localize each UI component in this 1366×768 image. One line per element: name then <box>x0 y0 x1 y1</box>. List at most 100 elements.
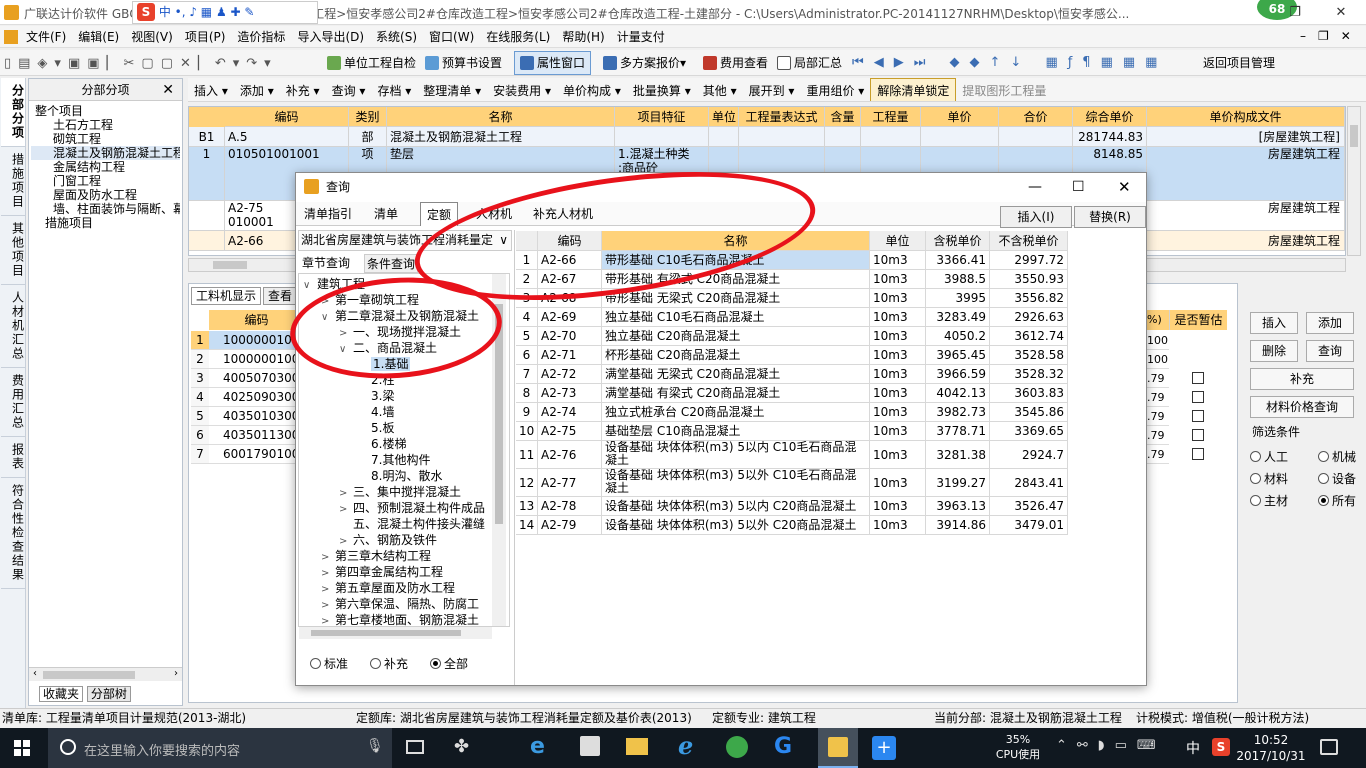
filter-option[interactable]: 材料 <box>1250 470 1288 487</box>
restore-icon[interactable]: ❐ <box>1272 0 1318 25</box>
chapter-tree-vscroll[interactable] <box>492 274 506 626</box>
resource-tab[interactable]: 查看 <box>263 287 298 305</box>
dialog-tab[interactable]: 定额 <box>420 202 458 226</box>
filter-option[interactable]: 所有 <box>1318 492 1356 509</box>
close-icon[interactable]: ✕ <box>1118 173 1131 201</box>
estimate-checkbox[interactable] <box>1192 410 1204 422</box>
grid-vscrollbar[interactable] <box>1347 106 1361 256</box>
chapter-tree-item[interactable]: 7.其他构件 <box>299 452 493 468</box>
quota-row[interactable]: 5 A2-70 独立基础 C20商品混凝土 10m3 4050.2 3612.74 <box>516 327 1068 346</box>
grid-toolbar-item[interactable]: 插入 ▾ <box>188 79 234 101</box>
quota-row[interactable]: 13 A2-78 设备基础 块体体积(m3) 5以内 C20商品混凝土 10m3 396… <box>516 497 1068 516</box>
store-icon[interactable] <box>580 736 600 756</box>
resource-code[interactable]: 40350103000 <box>209 407 305 426</box>
resource-code[interactable]: 10000001002 <box>209 350 305 369</box>
chapter-tree-item[interactable]: 五、混凝土构件接头灌缝 <box>299 516 493 532</box>
chevron-down-icon[interactable]: ∨ <box>303 278 317 292</box>
windows-start-icon[interactable] <box>14 740 30 756</box>
estimate-checkbox[interactable] <box>1192 448 1204 460</box>
property-window-button[interactable]: 属性窗口 <box>514 51 592 75</box>
resource-code[interactable]: 40350113000 <box>209 426 305 445</box>
tree-item[interactable]: 混凝土及钢筋混凝土工程 <box>31 146 180 160</box>
quota-header-cell[interactable]: 含税单价 <box>926 231 990 251</box>
notification-icon[interactable] <box>1320 739 1338 755</box>
maximize-icon[interactable]: ☐ <box>1072 173 1085 201</box>
close-icon[interactable]: ✕ <box>1318 0 1364 25</box>
menu-item[interactable]: 窗口(W) <box>423 26 480 48</box>
grid-toolbar-item[interactable]: 批量换算 ▾ <box>627 79 697 101</box>
scope-option[interactable]: 补充 <box>370 657 408 671</box>
grid-header-cell[interactable]: 含量 <box>825 107 861 127</box>
chapter-tree-item[interactable]: > 一、现场搅拌混凝土 <box>299 324 493 340</box>
grid-cell[interactable] <box>709 127 739 147</box>
chevron-down-icon[interactable]: ∨ <box>339 342 353 356</box>
chapter-tree-item[interactable]: > 三、集中搅拌混凝土 <box>299 484 493 500</box>
tab-section-tree[interactable]: 分部树 <box>86 686 131 702</box>
query-button[interactable]: 查询 <box>1306 340 1354 362</box>
grid-cell[interactable] <box>999 127 1073 147</box>
grid-toolbar-item[interactable]: 提取图形工程量 <box>956 79 1052 101</box>
return-project-button[interactable]: 返回项目管理 <box>1198 50 1280 76</box>
budget-settings-button[interactable]: 预算书设置 <box>420 50 507 76</box>
plus-app-icon[interactable]: + <box>872 736 896 760</box>
grid-toolbar-item[interactable]: 存档 ▾ <box>371 79 417 101</box>
dialog-tab[interactable]: 清单指引 <box>300 202 356 226</box>
menu-item[interactable]: 在线服务(L) <box>480 26 556 48</box>
chapter-tree-item[interactable]: 8.明沟、散水 <box>299 468 493 484</box>
chevron-right-icon[interactable]: > <box>339 502 353 516</box>
grid-header-cell[interactable]: 单位 <box>709 107 739 127</box>
task-view-icon[interactable] <box>406 740 424 754</box>
chapter-tree-item[interactable]: > 第一章砌筑工程 <box>299 292 493 308</box>
minimize-icon[interactable]: — <box>1028 173 1042 201</box>
partial-summary-button[interactable]: 局部汇总 <box>772 50 847 76</box>
taskbar-search[interactable]: 在这里输入你要搜索的内容 🎙 <box>48 728 392 768</box>
chevron-right-icon[interactable]: > <box>321 566 335 580</box>
grid-name[interactable]: 混凝土及钢筋混凝土工程 <box>387 127 615 147</box>
delete-button[interactable]: 删除 <box>1250 340 1298 362</box>
add-button[interactable]: 添加 <box>1306 312 1354 334</box>
chevron-right-icon[interactable]: > <box>321 598 335 612</box>
chevron-right-icon[interactable]: > <box>321 614 335 626</box>
menu-item[interactable]: 计量支付 <box>611 26 671 48</box>
chapter-tree-hscroll[interactable] <box>299 627 492 639</box>
grid-file[interactable]: 房屋建筑工程 <box>1147 147 1345 201</box>
resource-code[interactable]: 40050703000 <box>209 369 305 388</box>
insert-quota-button[interactable]: 插入(I) <box>1000 206 1072 228</box>
left-tab[interactable]: 人材机汇总 <box>0 285 25 368</box>
grid-header-cell[interactable]: 综合单价 <box>1073 107 1147 127</box>
tree-item[interactable]: 屋面及防水工程 <box>31 188 180 202</box>
quota-library-select[interactable]: 湖北省房屋建筑与装饰工程消耗量定 ∨ <box>298 230 512 251</box>
menu-item[interactable]: 视图(V) <box>125 26 179 48</box>
cost-view-button[interactable]: 费用查看 <box>698 50 773 76</box>
chapter-tree-item[interactable]: ∨ 二、商品混凝土 <box>299 340 493 356</box>
chevron-down-icon[interactable]: ∨ <box>321 310 335 324</box>
grid-header-cell[interactable]: 编码 <box>225 107 349 127</box>
grid-toolbar-item[interactable]: 展开到 ▾ <box>743 79 801 101</box>
quota-header-cell[interactable]: 不含税单价 <box>990 231 1068 251</box>
menu-item[interactable]: 系统(S) <box>370 26 423 48</box>
quota-row[interactable]: 6 A2-71 杯形基础 C20商品混凝土 10m3 3965.45 3528.58 <box>516 346 1068 365</box>
price-query-button[interactable]: 材料价格查询 <box>1250 396 1354 418</box>
left-tab[interactable]: 措施项目 <box>0 147 25 216</box>
resource-header-estimate[interactable]: 是否暂估 <box>1169 310 1227 330</box>
replace-quota-button[interactable]: 替换(R) <box>1074 206 1146 228</box>
quota-header-cell[interactable]: 名称 <box>602 231 870 251</box>
quota-row[interactable]: 2 A2-67 带形基础 有梁式 C20商品混凝土 10m3 3988.5 3550.93 <box>516 270 1068 289</box>
grid-header-cell[interactable]: 类别 <box>349 107 387 127</box>
quota-row[interactable]: 1 A2-66 带形基础 C10毛石商品混凝土 10m3 3366.41 2997.72 <box>516 251 1068 270</box>
chapter-tree-item[interactable]: > 第三章木结构工程 <box>299 548 493 564</box>
chapter-tree-item[interactable]: > 第六章保温、隔热、防腐工 <box>299 596 493 612</box>
quota-row[interactable]: 4 A2-69 独立基础 C10毛石商品混凝土 10m3 3283.49 2926.63 <box>516 308 1068 327</box>
filter-option[interactable]: 设备 <box>1318 470 1356 487</box>
menu-item[interactable]: 造价指标 <box>231 26 291 48</box>
quota-row[interactable]: 8 A2-73 满堂基础 有梁式 C20商品混凝土 10m3 4042.13 3603.8… <box>516 384 1068 403</box>
chapter-tree-item[interactable]: > 六、钢筋及铁件 <box>299 532 493 548</box>
tab-chapter-query[interactable]: 章节查询 <box>302 254 350 271</box>
grid-cell[interactable] <box>921 127 999 147</box>
insert-button[interactable]: 插入 <box>1250 312 1298 334</box>
left-tab[interactable]: 分部分项 <box>0 78 25 147</box>
dialog-tab[interactable]: 清单 <box>368 202 404 226</box>
quota-header-cell[interactable]: 单位 <box>870 231 926 251</box>
grid-header-cell[interactable]: 合价 <box>999 107 1073 127</box>
grid-feature[interactable] <box>615 127 709 147</box>
